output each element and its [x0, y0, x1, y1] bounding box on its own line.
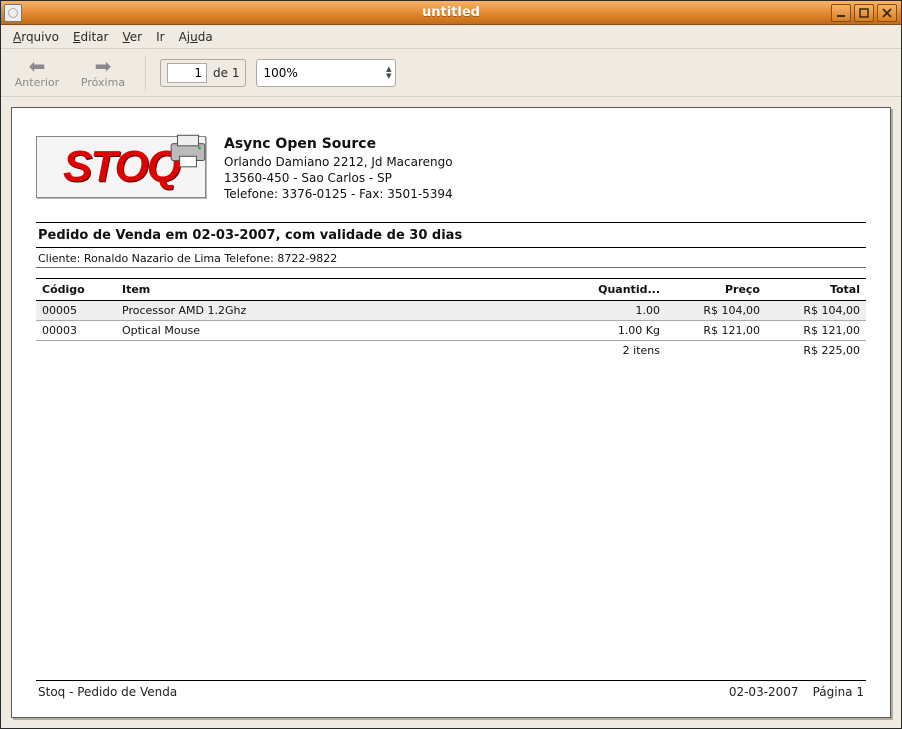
footer-left: Stoq - Pedido de Venda [38, 685, 177, 699]
arrow-left-icon: ⬅ [29, 57, 46, 75]
company-phone: Telefone: 3376-0125 - Fax: 3501-5394 [224, 186, 453, 202]
zoom-value: 100% [263, 66, 297, 80]
maximize-button[interactable] [854, 4, 874, 22]
footer-page: Página 1 [813, 685, 864, 699]
arrow-right-icon: ➡ [95, 57, 112, 75]
col-total: Total [766, 279, 866, 301]
app-window: untitled Arquivo Editar Ver Ir Ajuda ⬅ A… [0, 0, 902, 729]
company-address: Orlando Damiano 2212, Jd Macarengo [224, 154, 453, 170]
menu-arquivo[interactable]: Arquivo [7, 28, 65, 46]
minimize-icon [836, 8, 846, 18]
document-page: STOQ Async Open Source Orlando Damiano 2… [11, 107, 891, 718]
company-name: Async Open Source [224, 136, 453, 152]
toolbar: ⬅ Anterior ➡ Próxima de 1 100% ▲▼ [1, 49, 901, 97]
summary-total: R$ 225,00 [766, 341, 866, 361]
menu-ir[interactable]: Ir [150, 28, 170, 46]
titlebar[interactable]: untitled [1, 1, 901, 25]
page-footer: Stoq - Pedido de Venda 02-03-2007 Página… [36, 673, 866, 699]
client-line: Cliente: Ronaldo Nazario de Lima Telefon… [36, 248, 866, 267]
minimize-button[interactable] [831, 4, 851, 22]
document-title-block: Pedido de Venda em 02-03-2007, com valid… [36, 222, 866, 268]
page-of-label: de 1 [213, 66, 239, 80]
items-table: Código Item Quantid... Preço Total 00005… [36, 278, 866, 360]
menu-ajuda[interactable]: Ajuda [173, 28, 219, 46]
maximize-icon [859, 8, 869, 18]
toolbar-separator [145, 55, 146, 91]
prev-page-button: ⬅ Anterior [9, 57, 65, 89]
col-quantidade: Quantid... [586, 279, 666, 301]
menubar: Arquivo Editar Ver Ir Ajuda [1, 25, 901, 49]
page-indicator: de 1 [160, 59, 246, 87]
col-item: Item [116, 279, 586, 301]
col-preco: Preço [666, 279, 766, 301]
next-page-button: ➡ Próxima [75, 57, 131, 89]
table-row: 00005 Processor AMD 1.2Ghz 1.00 R$ 104,0… [36, 301, 866, 321]
menu-editar[interactable]: Editar [67, 28, 115, 46]
company-city: 13560-450 - Sao Carlos - SP [224, 170, 453, 186]
letterhead: STOQ Async Open Source Orlando Damiano 2… [36, 136, 866, 202]
document-title: Pedido de Venda em 02-03-2007, com valid… [36, 223, 866, 247]
window-controls [831, 4, 901, 22]
page-number-input[interactable] [167, 63, 207, 83]
company-block: Async Open Source Orlando Damiano 2212, … [224, 136, 453, 202]
table-header-row: Código Item Quantid... Preço Total [36, 279, 866, 301]
window-title: untitled [1, 5, 901, 20]
printer-icon [167, 131, 209, 169]
zoom-combobox[interactable]: 100% ▲▼ [256, 59, 396, 87]
company-logo: STOQ [36, 136, 206, 198]
summary-row: 2 itens R$ 225,00 [36, 341, 866, 361]
footer-date: 02-03-2007 [729, 685, 799, 699]
summary-count: 2 itens [586, 341, 666, 361]
table-row: 00003 Optical Mouse 1.00 Kg R$ 121,00 R$… [36, 321, 866, 341]
document-viewport[interactable]: STOQ Async Open Source Orlando Damiano 2… [1, 97, 901, 728]
menu-ver[interactable]: Ver [117, 28, 149, 46]
col-codigo: Código [36, 279, 116, 301]
close-icon [882, 8, 892, 18]
spin-icon: ▲▼ [386, 66, 391, 80]
close-button[interactable] [877, 4, 897, 22]
app-icon [4, 4, 22, 22]
